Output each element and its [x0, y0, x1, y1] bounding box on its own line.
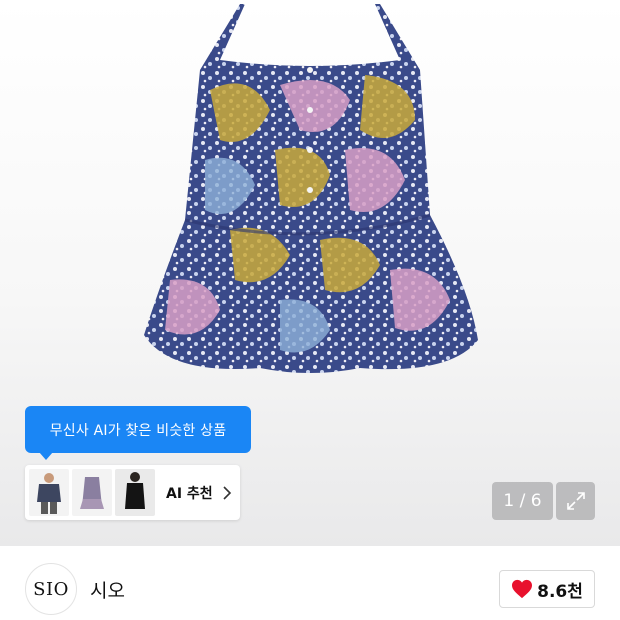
- product-image-gallery[interactable]: 무신사 AI가 찾은 비슷한 상품 AI 추천 1 / 6: [0, 0, 620, 546]
- expand-button[interactable]: [556, 482, 595, 520]
- chevron-right-icon: [223, 485, 231, 500]
- brand-name[interactable]: 시오: [90, 576, 125, 603]
- ai-similar-tooltip[interactable]: 무신사 AI가 찾은 비슷한 상품: [25, 406, 251, 460]
- heart-icon: [512, 579, 533, 599]
- like-button[interactable]: 8.6천: [499, 570, 595, 608]
- recommend-thumbnail-3[interactable]: [115, 469, 155, 516]
- tooltip-arrow: [39, 452, 53, 460]
- expand-icon: [566, 492, 585, 510]
- recommend-thumbnail-1[interactable]: [29, 469, 69, 516]
- like-count: 8.6천: [537, 581, 583, 602]
- ai-tooltip-text: 무신사 AI가 찾은 비슷한 상품: [49, 422, 227, 439]
- product-image[interactable]: [130, 0, 490, 380]
- image-counter: 1 / 6: [492, 482, 553, 520]
- brand-logo[interactable]: SIO: [25, 563, 77, 615]
- ai-recommend-label[interactable]: AI 추천: [166, 483, 213, 503]
- ai-recommend-card[interactable]: AI 추천: [25, 465, 240, 520]
- recommend-thumbnail-2[interactable]: [72, 469, 112, 516]
